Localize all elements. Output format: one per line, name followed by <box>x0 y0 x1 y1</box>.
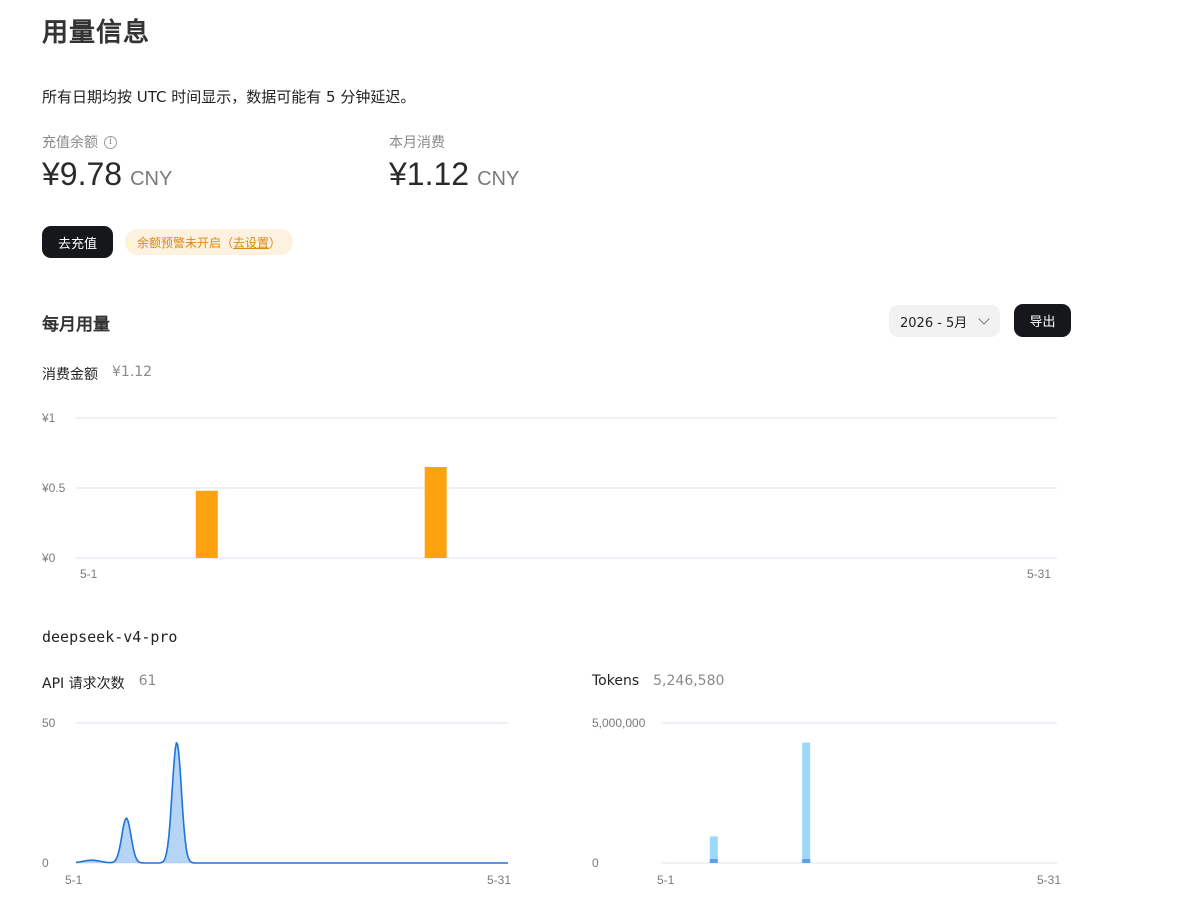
token-bar <box>802 742 811 863</box>
cost-y-tick-label: ¥0.5 <box>41 481 66 495</box>
cost-bar <box>195 490 218 558</box>
tokens-x-tick-label: 5-31 <box>1037 873 1061 887</box>
requests-y-tick-label: 0 <box>42 856 49 870</box>
usage-charts: ¥0 ¥0.5 ¥1 5-1 5-31 0 50 5-1 5-31 0 5,000,000 5-1 5-… <box>41 411 1061 887</box>
requests-line <box>75 741 508 864</box>
tokens-y-tick-label: 5,000,000 <box>592 716 646 730</box>
requests-area <box>76 743 508 863</box>
cost-x-tick-label: 5-1 <box>80 567 98 581</box>
requests-y-tick-label: 50 <box>42 716 56 730</box>
cost-y-tick-label: ¥1 <box>41 411 56 425</box>
cost-x-tick-label: 5-31 <box>1027 567 1051 581</box>
cost-bar <box>424 467 447 558</box>
token-bar-base <box>802 859 811 863</box>
cost-y-tick-label: ¥0 <box>41 551 56 565</box>
token-bar-base <box>709 859 718 863</box>
requests-x-tick-label: 5-1 <box>65 873 83 887</box>
tokens-y-tick-label: 0 <box>592 856 599 870</box>
tokens-x-tick-label: 5-1 <box>657 873 675 887</box>
requests-x-tick-label: 5-31 <box>487 873 511 887</box>
